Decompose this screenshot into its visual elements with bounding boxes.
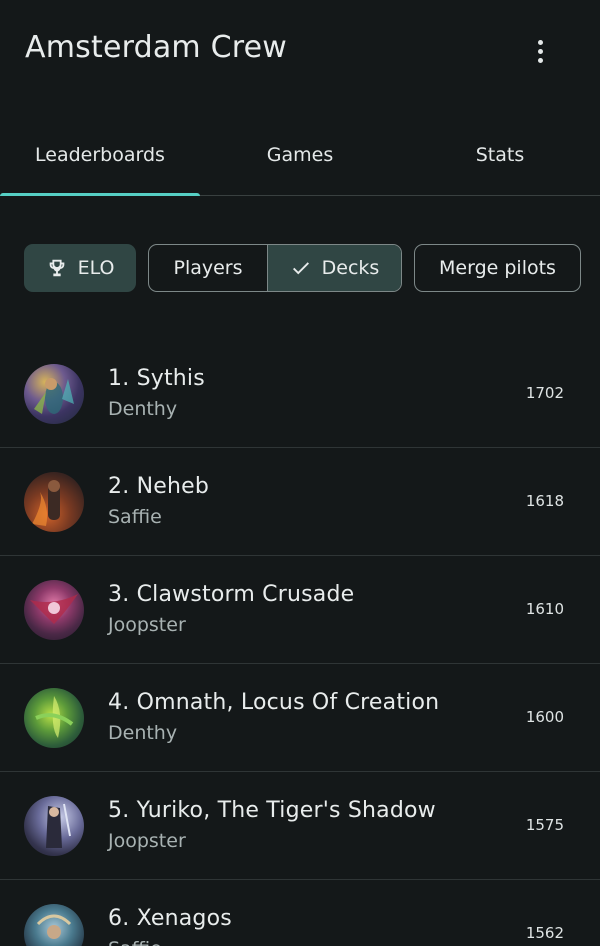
deck-name: 1. Sythis xyxy=(108,366,205,391)
deck-name: 4. Omnath, Locus Of Creation xyxy=(108,690,440,715)
elo-rating: 1618 xyxy=(525,492,564,510)
leaderboard-row[interactable]: 1. Sythis Denthy 1702 xyxy=(0,340,600,448)
leaderboard-row[interactable]: 3. Clawstorm Crusade Joopster 1610 xyxy=(0,556,600,664)
tab-stats[interactable]: Stats xyxy=(400,118,600,195)
pilot-name: Saffie xyxy=(108,938,162,946)
decks-label: Decks xyxy=(321,257,380,279)
pilot-name: Joopster xyxy=(108,830,186,852)
top-app-bar: Amsterdam Crew xyxy=(0,0,600,104)
elo-rating: 1702 xyxy=(525,384,564,402)
elo-rating: 1610 xyxy=(525,600,564,618)
avatar-art xyxy=(35,696,74,738)
deck-avatar xyxy=(24,472,84,532)
deck-avatar xyxy=(24,796,84,856)
leaderboard-row[interactable]: 6. Xenagos Saffie 1562 xyxy=(0,880,600,946)
tab-leaderboards[interactable]: Leaderboards xyxy=(0,118,200,196)
elo-rating: 1562 xyxy=(525,924,564,942)
elo-filter-chip[interactable]: ELO xyxy=(24,244,136,292)
elo-rating: 1575 xyxy=(525,816,564,834)
deck-name: 6. Xenagos xyxy=(108,906,232,931)
avatar-art xyxy=(46,803,71,848)
deck-avatar xyxy=(24,580,84,640)
players-label: Players xyxy=(173,257,243,279)
leaderboard-list: 1. Sythis Denthy 1702 2. Neheb Saffie 16… xyxy=(0,340,600,946)
leaderboard-row[interactable]: 4. Omnath, Locus Of Creation Denthy 1600 xyxy=(0,664,600,772)
elo-rating: 1600 xyxy=(525,708,564,726)
app-title: Amsterdam Crew xyxy=(25,30,288,65)
tab-games[interactable]: Games xyxy=(200,118,400,195)
elo-label: ELO xyxy=(77,257,115,279)
check-icon xyxy=(292,262,309,275)
avatar-art xyxy=(34,378,74,414)
leaderboard-row[interactable]: 2. Neheb Saffie 1618 xyxy=(0,448,600,556)
tab-label: Stats xyxy=(475,143,525,166)
avatar-art xyxy=(30,594,78,624)
merge-pilots-label: Merge pilots xyxy=(439,257,556,279)
tab-bar: Leaderboards Games Stats xyxy=(0,118,600,196)
deck-avatar xyxy=(24,904,84,946)
tab-label: Leaderboards xyxy=(35,143,165,166)
players-toggle-button[interactable]: Players xyxy=(149,245,268,291)
leaderboard-row[interactable]: 5. Yuriko, The Tiger's Shadow Joopster 1… xyxy=(0,772,600,880)
tab-active-indicator xyxy=(0,193,200,196)
pilot-name: Joopster xyxy=(108,614,186,636)
tab-label: Games xyxy=(266,143,334,166)
more-vert-icon-dot xyxy=(537,57,543,63)
more-vert-icon-dot xyxy=(537,48,543,54)
merge-pilots-button[interactable]: Merge pilots xyxy=(414,244,581,292)
deck-avatar xyxy=(24,364,84,424)
pilot-name: Saffie xyxy=(108,506,162,528)
more-vert-icon xyxy=(537,39,543,45)
trophy-icon xyxy=(49,259,64,277)
avatar-art xyxy=(32,480,60,526)
filter-chips: ELO Players Decks Merge pilots xyxy=(0,244,600,293)
deck-avatar xyxy=(24,688,84,748)
avatar-art xyxy=(36,914,72,939)
more-options-button[interactable] xyxy=(520,30,560,72)
deck-name: 2. Neheb xyxy=(108,474,210,499)
players-decks-toggle: Players Decks xyxy=(148,244,402,292)
pilot-name: Denthy xyxy=(108,398,178,420)
app-screen: Amsterdam Crew Leaderboards Games Stats … xyxy=(0,0,600,946)
pilot-name: Denthy xyxy=(108,722,178,744)
deck-name: 3. Clawstorm Crusade xyxy=(108,582,355,607)
decks-toggle-button[interactable]: Decks xyxy=(268,245,401,291)
deck-name: 5. Yuriko, The Tiger's Shadow xyxy=(108,798,436,823)
